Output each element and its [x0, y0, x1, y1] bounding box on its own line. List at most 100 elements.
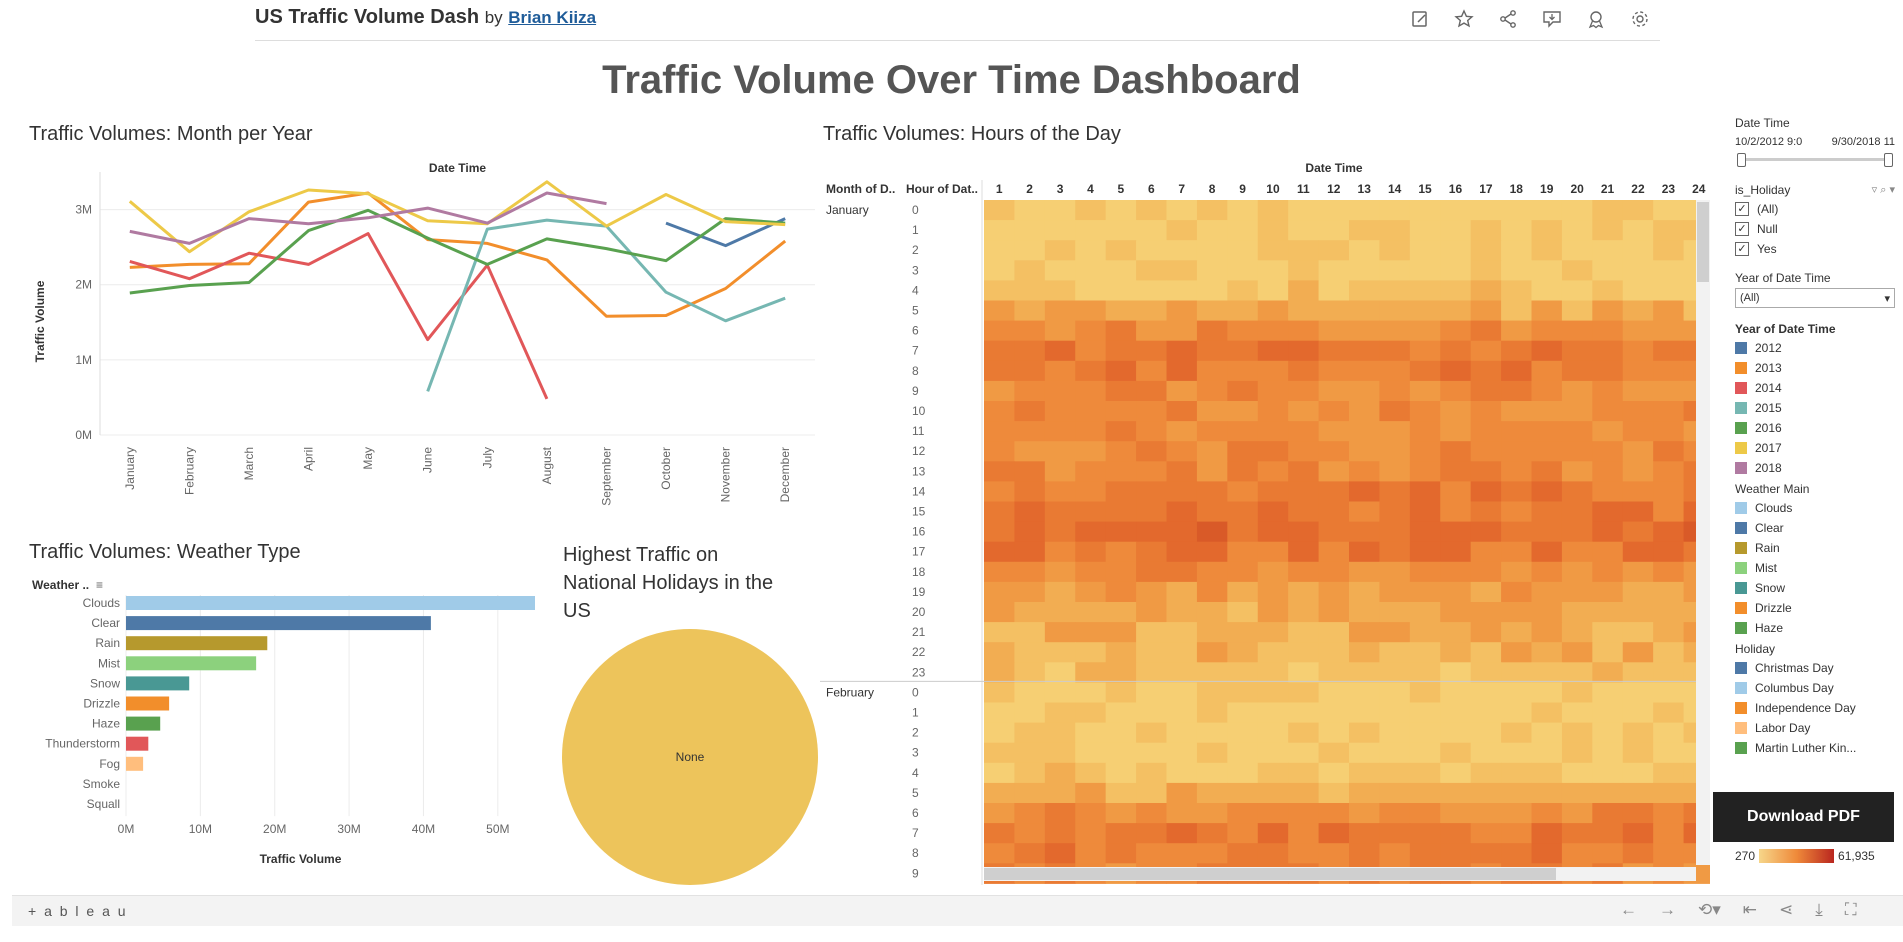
heatmap-cell	[984, 200, 1015, 221]
heatmap-cell	[1622, 682, 1654, 703]
badge-icon[interactable]	[1583, 6, 1609, 32]
edit-icon[interactable]	[1407, 6, 1433, 32]
gear-icon[interactable]	[1627, 6, 1653, 32]
heatmap-cell	[1653, 602, 1685, 623]
heatmap-cell	[1227, 803, 1259, 824]
fullscreen-icon[interactable]: ⛶	[1845, 900, 1857, 920]
share-icon[interactable]	[1495, 6, 1521, 32]
checkbox-icon[interactable]: ✓	[1735, 222, 1749, 236]
author-link[interactable]: Brian Kiiza	[508, 8, 596, 27]
heatmap-cell	[1379, 260, 1411, 281]
heatmap-cell	[1014, 702, 1046, 724]
heatmap-cell	[1257, 461, 1289, 482]
star-icon[interactable]	[1451, 6, 1477, 32]
slider-start-handle[interactable]	[1737, 153, 1746, 167]
heatmap-cell	[1196, 360, 1228, 382]
holiday-legend-item[interactable]: Independence Day	[1735, 698, 1895, 718]
heatmap-col-label: 10	[1266, 182, 1280, 196]
heatmap-cell	[1288, 441, 1320, 462]
holiday-option-null[interactable]: ✓ Null	[1735, 219, 1895, 239]
heatmap-cell	[1531, 441, 1563, 462]
checkbox-icon[interactable]: ✓	[1735, 202, 1749, 216]
heatmap-cell	[1227, 401, 1259, 422]
weather-legend-item[interactable]: Mist	[1735, 558, 1895, 578]
heatmap-cell	[1653, 300, 1685, 322]
heatmap-cell	[1349, 441, 1380, 462]
holiday-legend-item[interactable]: Labor Day	[1735, 718, 1895, 738]
heatmap-cell	[1440, 320, 1472, 342]
heatmap-cell	[1075, 561, 1107, 583]
heatmap-cell	[1044, 782, 1076, 804]
heatmap-cell	[1379, 501, 1411, 523]
heatmap-cell	[1379, 561, 1411, 583]
weather-legend-item[interactable]: Clouds	[1735, 498, 1895, 518]
weather-legend-item[interactable]: Clear	[1735, 518, 1895, 538]
heatmap-cell	[1440, 461, 1472, 482]
heatmap-cell	[1561, 300, 1593, 322]
year-dropdown[interactable]: (All) ▾	[1735, 288, 1895, 308]
tableau-logo: + a b l e a u	[28, 903, 128, 919]
legend-label: Rain	[1755, 541, 1780, 555]
heatmap-cell	[1257, 581, 1289, 603]
heatmap-cell	[1257, 220, 1289, 241]
weather-legend-item[interactable]: Drizzle	[1735, 598, 1895, 618]
holiday-legend-item[interactable]: Christmas Day	[1735, 658, 1895, 678]
share-icon[interactable]: ⋖	[1779, 900, 1793, 920]
x-tick-label: 10M	[189, 822, 212, 836]
slider-track	[1741, 158, 1889, 161]
date-slider[interactable]	[1735, 151, 1895, 167]
heatmap-cell	[1622, 340, 1654, 362]
heatmap-cell	[1075, 501, 1107, 523]
heatmap-cell	[1440, 380, 1472, 402]
heatmap-title: Traffic Volumes: Hours of the Day	[823, 123, 1121, 145]
heatmap-cell	[1349, 803, 1380, 824]
year-legend-item[interactable]: 2015	[1735, 398, 1895, 418]
weather-legend-item[interactable]: Snow	[1735, 578, 1895, 598]
heatmap-cell	[984, 702, 1015, 724]
holiday-legend-item[interactable]: Memorial Day	[1735, 758, 1895, 760]
heatmap-cell	[1409, 300, 1441, 322]
heatmap-cell	[1288, 521, 1320, 543]
year-legend-item[interactable]: 2017	[1735, 438, 1895, 458]
slider-end-handle[interactable]	[1884, 153, 1893, 167]
heatmap-cell	[1409, 501, 1441, 523]
heatmap-cell	[1561, 823, 1593, 844]
heatmap-cell	[1592, 742, 1624, 764]
heatmap-cell	[1105, 762, 1137, 784]
heatmap-cell	[1075, 541, 1107, 563]
year-legend-item[interactable]: 2014	[1735, 378, 1895, 398]
year-legend-item[interactable]: 2016	[1735, 418, 1895, 438]
holiday-legend-item[interactable]: Martin Luther Kin...	[1735, 738, 1895, 758]
heatmap-cell	[1196, 742, 1228, 764]
comment-icon[interactable]	[1539, 6, 1565, 32]
heatmap-cell	[1531, 521, 1563, 543]
heatmap-cell	[1044, 421, 1076, 442]
download-pdf-button[interactable]: Download PDF	[1713, 792, 1894, 842]
heatmap-col-label: 7	[1178, 182, 1185, 196]
heatmap-cell	[1561, 622, 1593, 643]
year-legend-item[interactable]: 2013	[1735, 358, 1895, 378]
undo-icon[interactable]: ←	[1620, 900, 1637, 920]
reset-icon[interactable]: ⇤	[1743, 900, 1757, 920]
heatmap-cell	[1592, 602, 1624, 623]
holiday-option-yes[interactable]: ✓ Yes	[1735, 239, 1895, 259]
revert-icon[interactable]: ⟲▾	[1698, 900, 1721, 920]
heatmap-hour-label: 0	[912, 203, 919, 217]
redo-icon[interactable]: →	[1659, 900, 1676, 920]
date-start: 10/2/2012 9:0	[1735, 136, 1803, 148]
weather-legend-item[interactable]: Rain	[1735, 538, 1895, 558]
heatmap-cell	[1409, 622, 1441, 643]
heatmap-cell	[1592, 380, 1624, 402]
weather-legend-item[interactable]: Haze	[1735, 618, 1895, 638]
holiday-legend-item[interactable]: Columbus Day	[1735, 678, 1895, 698]
download-icon[interactable]: ⤓	[1815, 900, 1823, 920]
heatmap-cell	[1014, 260, 1046, 281]
filter-tools-icon[interactable]: ▿ ⌕ ▾	[1872, 183, 1895, 197]
year-legend-item[interactable]: 2018	[1735, 458, 1895, 478]
heatmap-cell	[1592, 702, 1624, 724]
heatmap-cell	[1653, 401, 1685, 422]
checkbox-icon[interactable]: ✓	[1735, 242, 1749, 256]
heatmap-cell	[1440, 843, 1472, 864]
year-legend-item[interactable]: 2012	[1735, 338, 1895, 358]
holiday-option-all[interactable]: ✓ (All)	[1735, 199, 1895, 219]
